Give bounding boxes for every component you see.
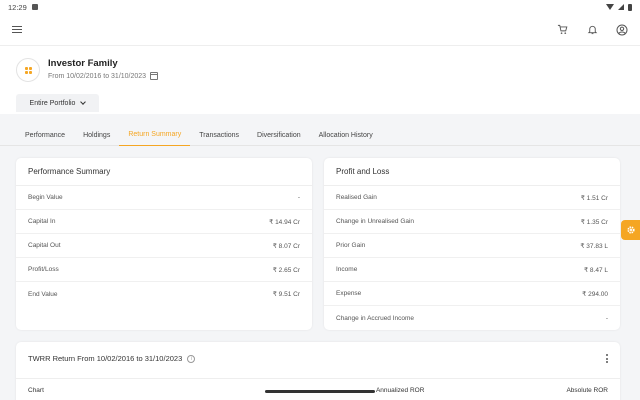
table-row: End Value ₹ 9.51 Cr bbox=[16, 282, 312, 306]
row-value: ₹ 1.35 Cr bbox=[580, 218, 608, 226]
tab-bar: Performance Holdings Return Summary Tran… bbox=[0, 124, 640, 146]
row-value: ₹ 294.00 bbox=[582, 290, 608, 298]
family-avatar bbox=[16, 58, 40, 82]
profit-and-loss-title: Profit and Loss bbox=[324, 158, 620, 186]
tab-holdings[interactable]: Holdings bbox=[74, 124, 119, 146]
table-row: Profit/Loss ₹ 2.65 Cr bbox=[16, 258, 312, 282]
row-label: Profit/Loss bbox=[28, 266, 59, 273]
status-time: 12:29 bbox=[8, 2, 27, 12]
table-row: Income ₹ 8.47 L bbox=[324, 258, 620, 282]
twrr-title-text: TWRR Return From 10/02/2016 to 31/10/202… bbox=[28, 354, 183, 363]
tab-diversification[interactable]: Diversification bbox=[248, 124, 310, 146]
table-row: Prior Gain ₹ 37.83 L bbox=[324, 234, 620, 258]
row-label: Prior Gain bbox=[336, 242, 366, 249]
twrr-title: TWRR Return From 10/02/2016 to 31/10/202… bbox=[28, 354, 196, 363]
row-label: Income bbox=[336, 266, 358, 273]
settings-tab[interactable] bbox=[621, 220, 640, 240]
twrr-column-headers: Chart Annualized ROR Absolute ROR bbox=[16, 378, 620, 400]
tab-return-summary[interactable]: Return Summary bbox=[119, 124, 191, 146]
cart-icon[interactable] bbox=[556, 24, 568, 36]
wifi-icon bbox=[606, 4, 614, 10]
row-value: ₹ 1.51 Cr bbox=[580, 194, 608, 202]
table-row: Expense ₹ 294.00 bbox=[324, 282, 620, 306]
chevron-down-icon bbox=[80, 99, 87, 105]
column-header-chart: Chart bbox=[28, 387, 44, 394]
date-range: From 10/02/2016 to 31/10/2023 bbox=[48, 72, 159, 80]
row-value: ₹ 8.47 L bbox=[583, 266, 608, 274]
family-name: Investor Family bbox=[48, 58, 118, 69]
date-range-text: From 10/02/2016 to 31/10/2023 bbox=[48, 72, 147, 80]
notification-icon bbox=[31, 4, 38, 10]
performance-summary-title: Performance Summary bbox=[16, 158, 312, 186]
table-row: Change in Unrealised Gain ₹ 1.35 Cr bbox=[324, 210, 620, 234]
row-value: ₹ 37.83 L bbox=[580, 242, 608, 250]
performance-summary-card: Performance Summary Begin Value - Capital… bbox=[16, 158, 312, 330]
app-actions bbox=[556, 24, 628, 36]
portfolio-header: Investor Family From 10/02/2016 to 31/10… bbox=[0, 46, 640, 114]
row-label: Realised Gain bbox=[336, 194, 377, 201]
table-row: Change in Accrued Income - bbox=[324, 306, 620, 330]
info-icon[interactable]: i bbox=[187, 354, 196, 363]
row-label: Capital In bbox=[28, 218, 56, 225]
app-bar bbox=[0, 14, 640, 46]
bell-icon[interactable] bbox=[586, 24, 598, 36]
signal-icon bbox=[618, 4, 624, 10]
row-value: ₹ 9.51 Cr bbox=[272, 291, 300, 298]
menu-icon[interactable] bbox=[12, 25, 22, 34]
profit-and-loss-card: Profit and Loss Realised Gain ₹ 1.51 Cr C… bbox=[324, 158, 620, 330]
family-logo-icon bbox=[24, 66, 32, 74]
home-indicator[interactable] bbox=[265, 390, 375, 393]
calendar-icon[interactable] bbox=[150, 72, 159, 80]
row-value: ₹ 14.94 Cr bbox=[269, 218, 300, 226]
row-value: - bbox=[297, 194, 300, 201]
table-row: Begin Value - bbox=[16, 186, 312, 210]
status-bar: 12:29 bbox=[0, 0, 640, 14]
row-value: - bbox=[605, 314, 608, 322]
tab-performance[interactable]: Performance bbox=[16, 124, 74, 146]
row-label: End Value bbox=[28, 290, 58, 298]
account-icon[interactable] bbox=[616, 24, 628, 36]
column-header-annualized-ror: Annualized ROR bbox=[375, 387, 425, 394]
row-value: ₹ 8.07 Cr bbox=[272, 242, 300, 250]
table-row: Capital Out ₹ 8.07 Cr bbox=[16, 234, 312, 258]
row-label: Change in Unrealised Gain bbox=[336, 218, 415, 225]
status-right bbox=[606, 3, 632, 11]
portfolio-select[interactable]: Entire Portfolio bbox=[16, 94, 99, 112]
tab-allocation-history[interactable]: Allocation History bbox=[310, 124, 382, 146]
table-row: Realised Gain ₹ 1.51 Cr bbox=[324, 186, 620, 210]
portfolio-select-label: Entire Portfolio bbox=[29, 99, 76, 107]
row-label: Expense bbox=[336, 290, 362, 297]
tab-transactions[interactable]: Transactions bbox=[190, 124, 248, 146]
column-header-absolute-ror: Absolute ROR bbox=[566, 387, 608, 394]
row-label: Change in Accrued Income bbox=[336, 314, 415, 322]
table-row: Capital In ₹ 14.94 Cr bbox=[16, 210, 312, 234]
row-label: Begin Value bbox=[28, 194, 63, 201]
row-value: ₹ 2.65 Cr bbox=[272, 266, 300, 274]
battery-icon bbox=[628, 3, 632, 11]
status-left: 12:29 bbox=[8, 3, 38, 12]
more-options-icon[interactable] bbox=[606, 354, 608, 363]
gear-icon bbox=[626, 226, 635, 234]
row-label: Capital Out bbox=[28, 242, 61, 249]
